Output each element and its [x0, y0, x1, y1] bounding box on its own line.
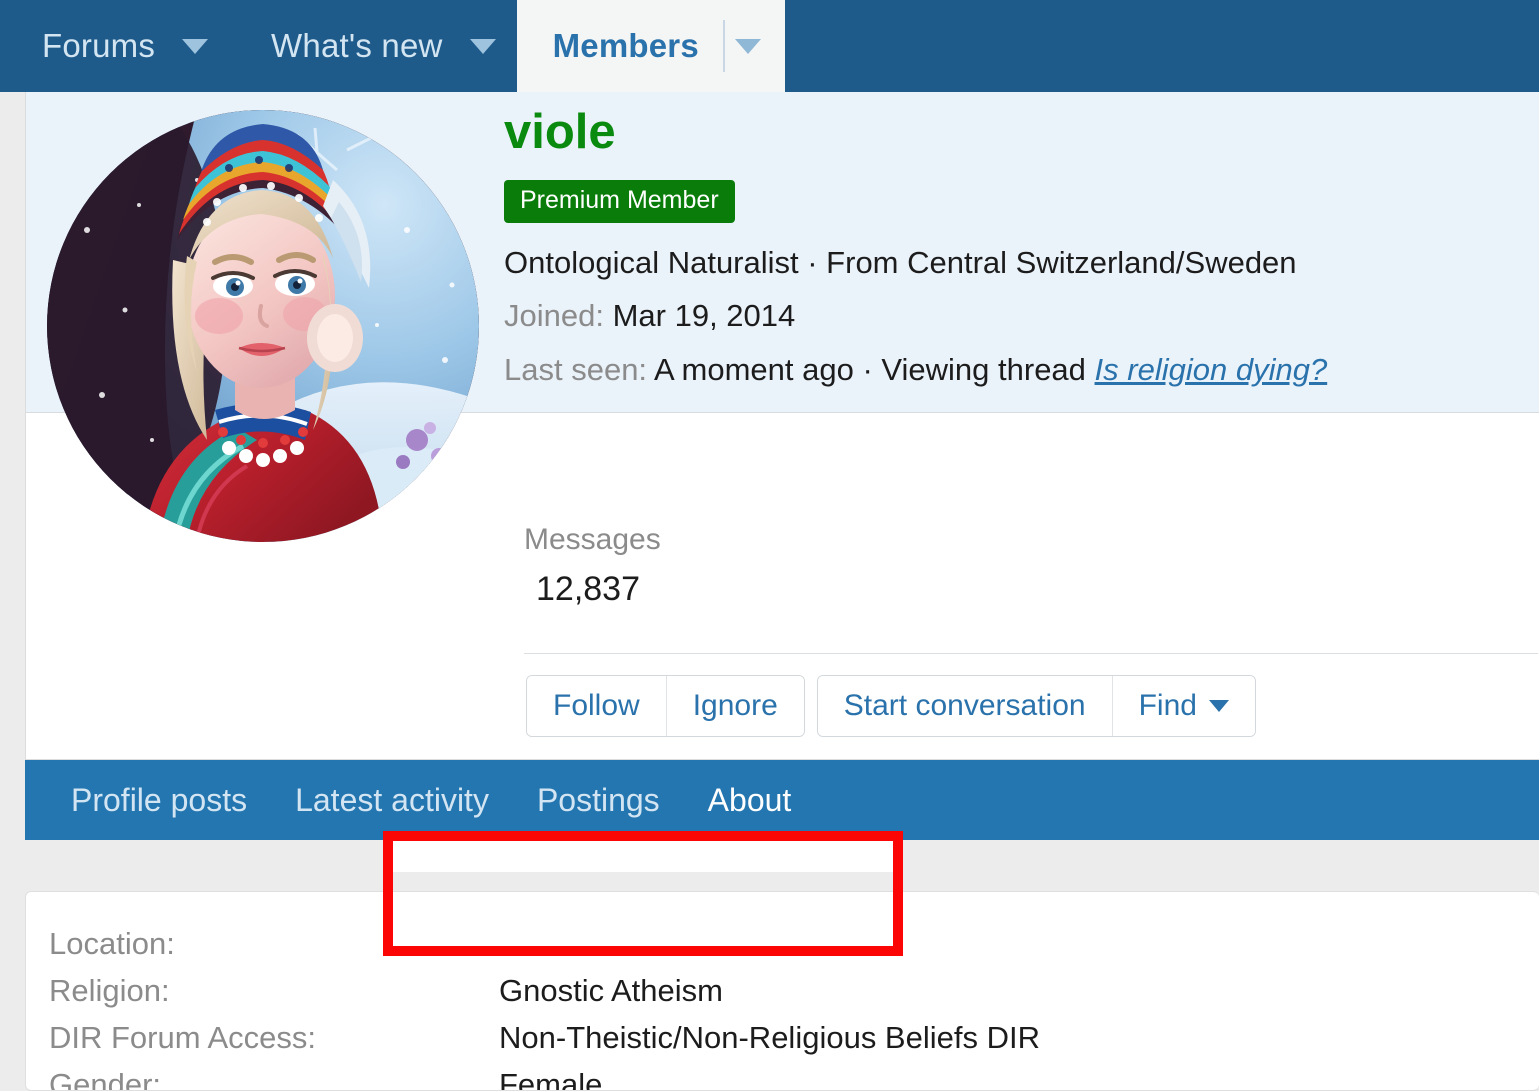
main-navigation-bar: Forums What's new Members	[0, 0, 1539, 92]
table-row: Religion: Gnostic Atheism	[49, 967, 1040, 1014]
user-tagline: Ontological Naturalist · From Central Sw…	[504, 245, 1297, 280]
nav-item-forums-label: Forums	[42, 27, 156, 64]
last-seen-value: A moment ago · Viewing thread	[653, 352, 1086, 387]
badge-row: Premium Member	[504, 180, 1539, 223]
profile-action-bar: Follow Ignore Start conversation Find	[526, 675, 1256, 737]
messages-stat: Messages 12,837	[524, 520, 1504, 612]
joined-line: Joined: Mar 19, 2014	[504, 294, 1539, 338]
joined-value: Mar 19, 2014	[612, 298, 796, 333]
messages-label: Messages	[524, 523, 661, 556]
about-label-religion: Religion:	[49, 973, 170, 1008]
annotation-mask-top	[393, 841, 893, 872]
conversation-find-group: Start conversation Find	[816, 675, 1256, 737]
chevron-down-icon	[1208, 700, 1229, 712]
find-button-label: Find	[1138, 689, 1197, 722]
start-conversation-button[interactable]: Start conversation	[817, 676, 1113, 736]
divider	[524, 653, 1538, 654]
about-value-dir-forum-access: Non-Theistic/Non-Religious Beliefs DIR	[499, 1020, 1040, 1055]
about-value-religion: Gnostic Atheism	[499, 973, 723, 1008]
follow-button[interactable]: Follow	[527, 676, 667, 736]
username: viole	[504, 105, 616, 159]
tab-postings[interactable]: Postings	[513, 760, 684, 840]
annotation-mask-bottom	[393, 925, 893, 946]
profile-card: viole Premium Member Ontological Natural…	[25, 92, 1539, 760]
tab-about[interactable]: About	[683, 760, 816, 840]
nav-item-forums[interactable]: Forums	[0, 0, 229, 92]
messages-value: 12,837	[536, 570, 640, 608]
nav-item-members[interactable]: Members	[516, 0, 785, 92]
viewing-thread-link[interactable]: Is religion dying?	[1095, 352, 1328, 387]
nav-item-whats-new-label: What's new	[271, 27, 443, 64]
about-value-gender: Female	[499, 1067, 603, 1091]
chevron-down-icon[interactable]	[175, 38, 229, 54]
ignore-button[interactable]: Ignore	[666, 676, 804, 736]
last-seen-line: Last seen: A moment ago · Viewing thread…	[504, 348, 1539, 392]
nav-item-members-label: Members	[552, 27, 699, 64]
avatar[interactable]	[47, 110, 479, 542]
chevron-down-icon[interactable]	[722, 20, 785, 72]
tab-latest-activity[interactable]: Latest activity	[271, 760, 513, 840]
about-label-dir-forum-access: DIR Forum Access:	[49, 1020, 316, 1055]
last-seen-label: Last seen:	[504, 352, 648, 387]
joined-label: Joined:	[504, 298, 604, 333]
about-card: Location: Central Switzerland/Sweden Rel…	[25, 891, 1539, 1091]
about-label-gender: Gender:	[49, 1067, 162, 1091]
follow-ignore-group: Follow Ignore	[526, 675, 805, 737]
tab-profile-posts[interactable]: Profile posts	[47, 760, 271, 840]
status-badge: Premium Member	[504, 180, 735, 223]
profile-tab-bar: Profile posts Latest activity Postings A…	[25, 760, 1539, 840]
chevron-down-icon[interactable]	[463, 38, 517, 54]
table-row: DIR Forum Access: Non-Theistic/Non-Relig…	[49, 1014, 1040, 1061]
table-row: Gender: Female	[49, 1061, 1040, 1091]
nav-item-whats-new[interactable]: What's new	[229, 0, 517, 92]
profile-identity-block: viole Premium Member Ontological Natural…	[504, 104, 1539, 392]
find-button[interactable]: Find	[1112, 676, 1255, 736]
